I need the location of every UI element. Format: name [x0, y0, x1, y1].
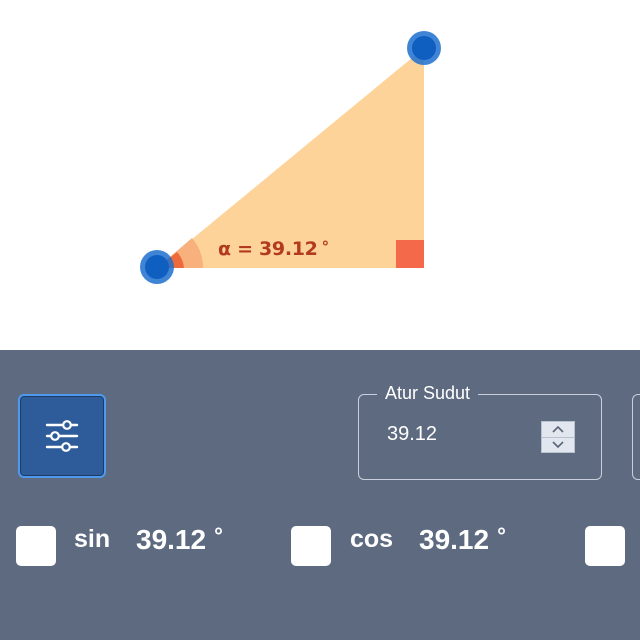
angle-input[interactable]	[387, 423, 527, 446]
sin-checkbox[interactable]	[16, 526, 56, 566]
next-field-partial[interactable]	[632, 394, 640, 480]
cos-value: 39.12 °	[419, 523, 506, 556]
vertex-handle-a[interactable]	[140, 250, 174, 284]
settings-button[interactable]	[18, 394, 106, 478]
sin-value-number: 39.12	[136, 524, 207, 555]
sin-value: 39.12 °	[136, 523, 223, 556]
cos-value-unit: °	[497, 523, 506, 548]
sin-label: sin	[74, 525, 111, 553]
right-angle-marker	[396, 240, 424, 268]
stepper-up[interactable]	[542, 422, 574, 437]
triangle-drawing	[140, 31, 441, 284]
stepper-down[interactable]	[542, 436, 574, 453]
angle-label-unit: °	[321, 238, 330, 256]
cos-label: cos	[350, 525, 394, 553]
angle-value-label: α = 39.12 °	[218, 238, 329, 260]
right-triangle	[157, 48, 424, 268]
chevron-down-icon	[552, 441, 564, 448]
angle-label-text: α = 39.12	[218, 238, 318, 260]
sliders-icon	[45, 420, 79, 452]
tan-checkbox[interactable]	[585, 526, 625, 566]
angle-field: Atur Sudut	[358, 383, 602, 480]
vertex-handle-b[interactable]	[407, 31, 441, 65]
triangle-canvas[interactable]: α = 39.12 °	[0, 0, 640, 350]
cos-value-number: 39.12	[419, 524, 490, 555]
angle-stepper[interactable]	[541, 421, 575, 453]
chevron-up-icon	[552, 426, 564, 433]
sin-value-unit: °	[214, 523, 223, 548]
angle-field-legend: Atur Sudut	[377, 383, 479, 404]
cos-checkbox[interactable]	[291, 526, 331, 566]
control-panel: Atur Sudut sin 39.12 ° cos 39.12 °	[0, 350, 640, 640]
